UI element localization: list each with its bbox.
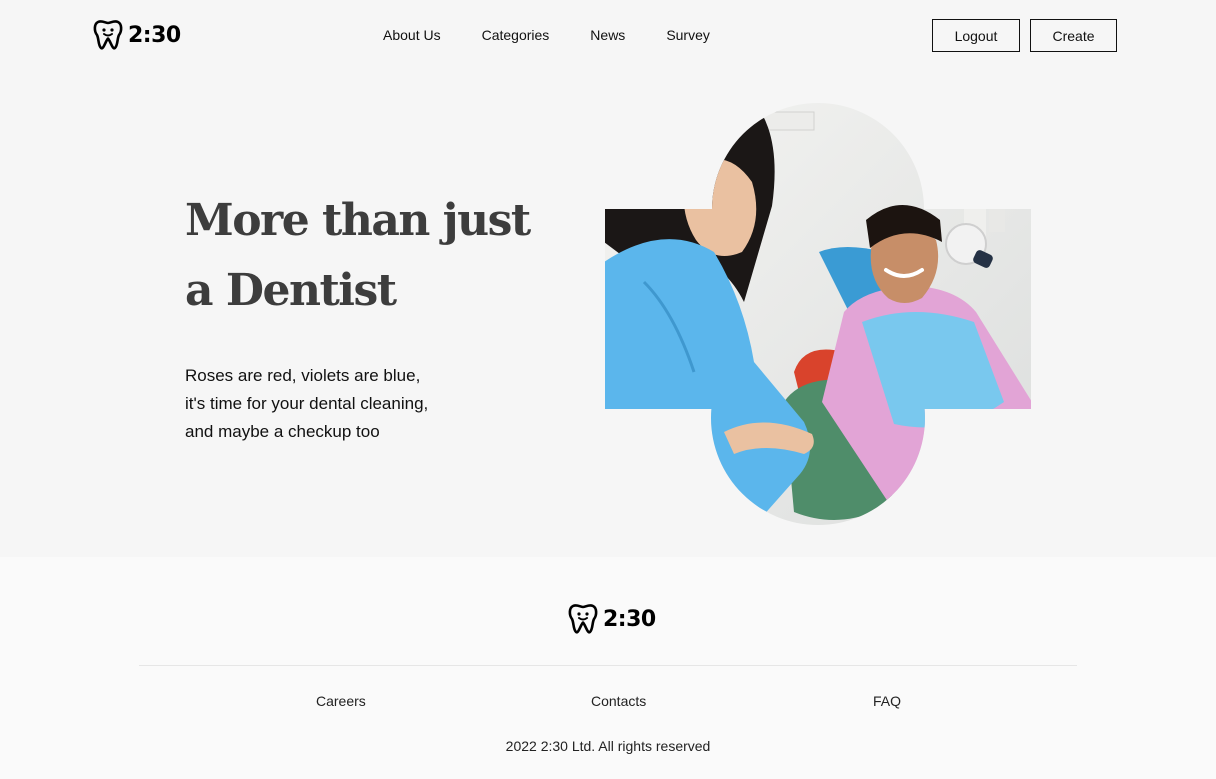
nav-item-categories[interactable]: Categories	[482, 27, 550, 43]
tooth-icon	[568, 604, 598, 634]
hero-image	[605, 103, 1031, 525]
copyright-text: 2022 2:30 Ltd. All rights reserved	[505, 738, 711, 754]
footer-link-contacts[interactable]: Contacts	[591, 693, 646, 709]
hero-line: and maybe a checkup too	[185, 422, 380, 441]
logo-text: 2:30	[128, 22, 181, 48]
logout-button[interactable]: Logout	[932, 19, 1020, 52]
nav-item-survey[interactable]: Survey	[666, 27, 710, 43]
tooth-icon	[93, 20, 123, 50]
site-header: 2:30 About Us Categories News Survey Log…	[0, 0, 1216, 72]
footer-link-careers[interactable]: Careers	[316, 693, 366, 709]
hero-line: Roses are red, violets are blue,	[185, 366, 421, 385]
footer-link-faq[interactable]: FAQ	[873, 693, 901, 709]
nav-item-about-us[interactable]: About Us	[383, 27, 441, 43]
hero-description: Roses are red, violets are blue, it's ti…	[185, 362, 505, 446]
main-nav: About Us Categories News Survey	[383, 27, 751, 43]
logo-text: 2:30	[603, 606, 656, 632]
footer-logo-link[interactable]: 2:30	[568, 603, 656, 635]
create-button[interactable]: Create	[1030, 19, 1117, 52]
header-logo-link[interactable]: 2:30	[93, 19, 181, 51]
hero-line: it's time for your dental cleaning,	[185, 394, 429, 413]
nav-item-news[interactable]: News	[590, 27, 625, 43]
footer-divider	[139, 665, 1077, 666]
hero-title: More than just a Dentist	[185, 195, 531, 316]
